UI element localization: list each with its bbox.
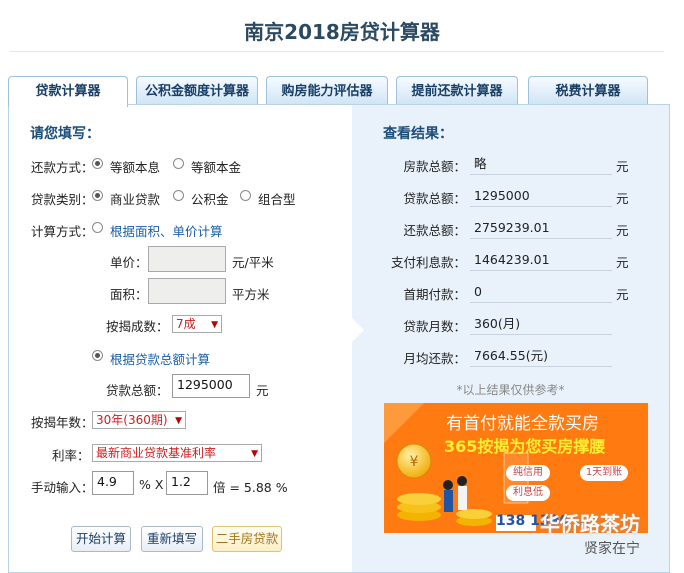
form-heading: 请您填写： bbox=[30, 126, 100, 142]
result-value: 2759239.01 bbox=[470, 218, 612, 239]
result-unit: 元 bbox=[616, 287, 629, 302]
second-hand-loan-button[interactable]: 二手房贷款 bbox=[212, 526, 282, 552]
loan-total-unit: 元 bbox=[256, 383, 269, 398]
results-note: *以上结果仅供参考* bbox=[456, 383, 565, 397]
mortgage-years-select[interactable]: 30年(360期) bbox=[92, 411, 186, 429]
repay-equal-principal-radio[interactable] bbox=[173, 158, 184, 169]
mortgage-ratio-select[interactable]: 7成 bbox=[172, 315, 222, 333]
loan-type-commercial-radio[interactable] bbox=[92, 190, 103, 201]
calc-method-label: 计算方式： bbox=[31, 224, 94, 239]
unit-price-label: 单价： bbox=[110, 255, 148, 270]
calc-by-area-label: 根据面积、单价计算 bbox=[110, 224, 223, 239]
manual-rate-input[interactable]: 4.9 bbox=[92, 471, 134, 495]
loan-type-option-label: 组合型 bbox=[258, 192, 296, 207]
result-value: 1295000 bbox=[470, 186, 612, 207]
calc-by-total-label: 根据贷款总额计算 bbox=[110, 352, 211, 367]
result-label: 月均还款： bbox=[403, 351, 466, 366]
calc-by-total-radio[interactable] bbox=[92, 350, 103, 361]
tab-prepayment-calculator[interactable]: 提前还款计算器 bbox=[396, 76, 518, 105]
result-value: 略 bbox=[470, 154, 612, 175]
loan-type-label: 贷款类别： bbox=[31, 192, 94, 207]
rate-multiplier-input[interactable]: 1.2 bbox=[166, 471, 208, 495]
loan-type-option-label: 商业贷款 bbox=[110, 192, 161, 207]
repay-method-label: 还款方式： bbox=[31, 160, 94, 175]
result-value: 0 bbox=[470, 282, 612, 303]
result-unit: 元 bbox=[616, 255, 629, 270]
ad-tag: 利息低 bbox=[506, 485, 550, 501]
loan-type-fund-radio[interactable] bbox=[173, 190, 184, 201]
result-label: 贷款月数： bbox=[403, 319, 466, 334]
watermark-text: 华侨路茶坊 bbox=[540, 512, 640, 536]
ad-tag: 纯信用 bbox=[506, 465, 550, 481]
ad-tag: 1天到账 bbox=[580, 465, 628, 481]
unit-price-input[interactable] bbox=[148, 246, 226, 272]
svg-text:¥: ¥ bbox=[410, 454, 419, 470]
result-label: 还款总额： bbox=[403, 223, 466, 238]
area-unit: 平方米 bbox=[232, 287, 270, 302]
page-title: 南京2018房贷计算器 bbox=[244, 20, 440, 44]
results-heading: 查看结果： bbox=[383, 126, 453, 142]
result-label: 贷款总额： bbox=[403, 191, 466, 206]
area-input[interactable] bbox=[148, 278, 226, 304]
rate-label: 利率： bbox=[52, 448, 90, 463]
tab-fund-quota-calculator[interactable]: 公积金额度计算器 bbox=[136, 76, 258, 105]
loan-type-option-label: 公积金 bbox=[191, 192, 229, 207]
result-unit: 元 bbox=[616, 159, 629, 174]
computed-rate-text: 倍 = 5.88 % bbox=[213, 480, 288, 495]
reset-form-button[interactable]: 重新填写 bbox=[141, 526, 203, 552]
loan-total-input[interactable]: 1295000 bbox=[172, 374, 250, 398]
calc-by-area-radio[interactable] bbox=[92, 222, 103, 233]
repay-equal-installment-radio[interactable] bbox=[92, 158, 103, 169]
tab-tax-calculator[interactable]: 税费计算器 bbox=[528, 76, 648, 105]
tab-loan-calculator[interactable]: 贷款计算器 bbox=[8, 76, 128, 107]
title-divider bbox=[10, 51, 664, 52]
repay-option-label: 等额本息 bbox=[110, 160, 161, 175]
rate-select[interactable]: 最新商业贷款基准利率 bbox=[92, 444, 262, 462]
result-value: 1464239.01 bbox=[470, 250, 612, 271]
watermark-subtext: 贤家在宁 bbox=[584, 541, 640, 557]
tab-purchase-ability[interactable]: 购房能力评估器 bbox=[266, 76, 388, 105]
ad-headline: 有首付就能全款买房 bbox=[446, 414, 599, 434]
result-unit: 元 bbox=[616, 191, 629, 206]
result-label: 房款总额： bbox=[403, 159, 466, 174]
unit-price-unit: 元/平米 bbox=[232, 255, 274, 270]
percent-times-text: % X bbox=[139, 477, 164, 492]
loan-total-label: 贷款总额： bbox=[106, 383, 169, 398]
area-label: 面积： bbox=[110, 287, 148, 302]
result-value: 7664.55(元) bbox=[470, 346, 612, 367]
mortgage-years-label: 按揭年数： bbox=[31, 415, 94, 430]
ad-subline: 365按揭为您买房撑腰 bbox=[444, 437, 606, 456]
loan-type-combined-radio[interactable] bbox=[240, 190, 251, 201]
manual-input-label: 手动输入： bbox=[31, 480, 94, 495]
result-unit: 元 bbox=[616, 223, 629, 238]
mortgage-ratio-label: 按揭成数： bbox=[106, 319, 169, 334]
panel-arrow bbox=[352, 318, 364, 342]
result-value: 360(月) bbox=[470, 314, 612, 335]
start-calculation-button[interactable]: 开始计算 bbox=[71, 526, 131, 552]
repay-option-label: 等额本金 bbox=[191, 160, 242, 175]
result-label: 首期付款： bbox=[403, 287, 466, 302]
result-label: 支付利息款： bbox=[390, 255, 466, 270]
